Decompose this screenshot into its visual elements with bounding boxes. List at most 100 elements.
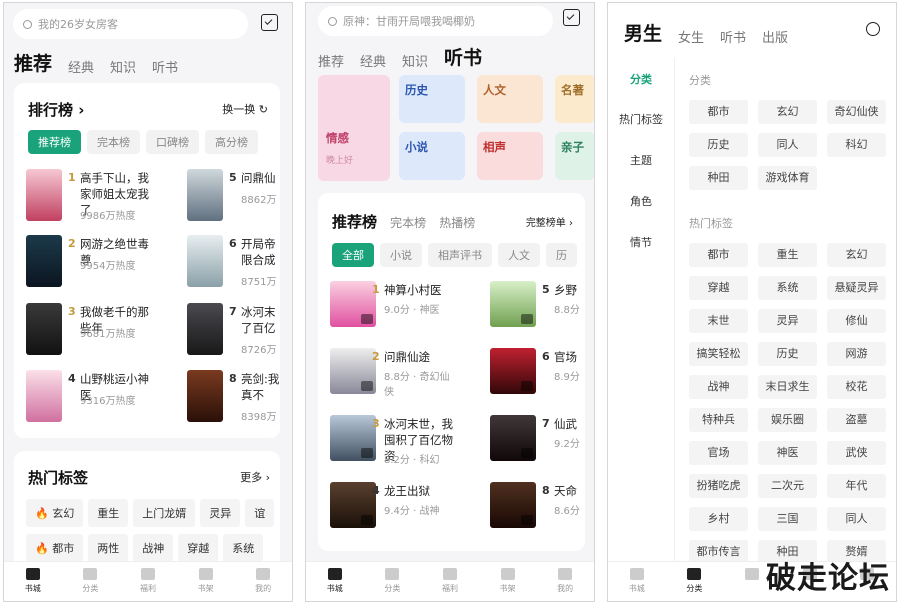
more-link[interactable]: 更多 › (240, 469, 270, 485)
tag-chip[interactable]: 娱乐圈 (758, 408, 817, 432)
tab-knowledge[interactable]: 知识 (110, 57, 136, 76)
tag-chip[interactable]: 校花 (827, 375, 886, 399)
filter-tab[interactable]: 相声评书 (428, 243, 492, 267)
category-card[interactable]: 小说 (399, 132, 465, 180)
tag-chip[interactable]: 战神 (689, 375, 748, 399)
checkin-icon[interactable] (563, 9, 580, 26)
nav-me[interactable]: 我的 (536, 562, 594, 601)
book-item[interactable]: 1 高手下山，我家师姐太宠我了 9986万热度 (26, 169, 154, 225)
audio-item[interactable]: 8 天命 8.6分 (490, 482, 585, 538)
tab-recommend[interactable]: 推荐 (318, 51, 344, 70)
tab-recommend[interactable]: 推荐 (14, 49, 52, 76)
rank-tab[interactable]: 推荐榜 (28, 130, 81, 154)
tag[interactable]: 战神 (133, 534, 174, 562)
tag[interactable]: 谊 (245, 499, 275, 527)
tag-chip[interactable]: 网游 (827, 342, 886, 366)
tag-chip[interactable]: 都市 (689, 100, 748, 124)
tag-chip[interactable]: 官场 (689, 441, 748, 465)
search-bar[interactable]: 原神：甘雨开局喂我喝椰奶 (318, 6, 553, 36)
book-item[interactable]: 5 问鼎仙 8862万 (187, 169, 280, 225)
nav-me[interactable]: 我的 (234, 562, 292, 601)
tab-female[interactable]: 女生 (678, 27, 704, 46)
tag-chip[interactable]: 同人 (758, 133, 817, 157)
audio-item[interactable]: 7 仙武 9.2分 (490, 415, 585, 471)
tag-chip[interactable]: 历史 (758, 342, 817, 366)
tag[interactable]: 🔥 玄幻 (26, 499, 84, 527)
tag-chip[interactable]: 同人 (827, 507, 886, 531)
side-item[interactable]: 情节 (608, 234, 674, 250)
tag-chip[interactable]: 玄幻 (827, 243, 886, 267)
search-icon[interactable] (866, 22, 880, 36)
swap-button[interactable]: 换一换 ↻ (222, 101, 268, 117)
tag-chip[interactable]: 科幻 (827, 133, 886, 157)
tag-chip[interactable]: 末日求生 (758, 375, 817, 399)
tag-chip[interactable]: 年代 (827, 474, 886, 498)
tab-classic[interactable]: 经典 (360, 51, 386, 70)
filter-tab[interactable]: 全部 (332, 243, 374, 267)
tag[interactable]: 上门龙婿 (133, 499, 196, 527)
rank-tab[interactable]: 完本榜 (390, 216, 426, 230)
tag-chip[interactable]: 悬疑灵异 (827, 276, 886, 300)
tag-chip[interactable]: 神医 (758, 441, 817, 465)
side-item[interactable]: 角色 (608, 193, 674, 209)
book-item[interactable]: 6 开局帝限合成 8751万 (187, 235, 280, 291)
rank-tab[interactable]: 高分榜 (205, 130, 258, 154)
tag-chip[interactable]: 搞笑轻松 (689, 342, 748, 366)
tag-chip[interactable]: 都市 (689, 243, 748, 267)
tab-knowledge[interactable]: 知识 (402, 51, 428, 70)
tag-chip[interactable]: 种田 (689, 166, 748, 190)
tag-chip[interactable]: 扮猪吃虎 (689, 474, 748, 498)
tab-male[interactable]: 男生 (624, 19, 662, 46)
tag[interactable]: 两性 (88, 534, 129, 562)
tag-chip[interactable]: 三国 (758, 507, 817, 531)
tag-chip[interactable]: 末世 (689, 309, 748, 333)
book-item[interactable]: 2 网游之绝世毒尊 9954万热度 (26, 235, 154, 291)
category-card[interactable]: 亲子 (555, 132, 594, 180)
nav-bookstore[interactable]: 书城 (608, 562, 666, 601)
nav-shelf[interactable]: 书架 (479, 562, 537, 601)
audio-item[interactable]: 4 龙王出狱 9.4分 · 战神 (330, 482, 458, 538)
tag-chip[interactable]: 穿越 (689, 276, 748, 300)
audio-item[interactable]: 6 官场 8.9分 (490, 348, 585, 404)
audio-item[interactable]: 1 神算小村医 9.0分 · 神医 (330, 281, 458, 337)
nav-welfare[interactable]: 福利 (119, 562, 177, 601)
category-card[interactable]: 人文 (477, 75, 543, 123)
audio-item[interactable]: 3 冰河末世，我囤积了百亿物资 8.2分 · 科幻 (330, 415, 458, 471)
tag-chip[interactable]: 武侠 (827, 441, 886, 465)
tag-chip[interactable]: 奇幻仙侠 (827, 100, 886, 124)
tag[interactable]: 穿越 (178, 534, 219, 562)
filter-tab[interactable]: 小说 (380, 243, 422, 267)
category-card[interactable]: 历史 (399, 75, 465, 123)
rank-tab[interactable]: 热播榜 (439, 216, 475, 230)
tag-chip[interactable]: 系统 (758, 276, 817, 300)
tag[interactable]: 系统 (223, 534, 264, 562)
tag[interactable]: 重生 (88, 499, 129, 527)
nav-welfare[interactable]: 福利 (421, 562, 479, 601)
feature-card[interactable]: 情感 晚上好 (318, 75, 390, 181)
nav-category[interactable]: 分类 (666, 562, 724, 601)
book-item[interactable]: 8 亮剑:我真不 8398万 (187, 370, 280, 426)
tag-chip[interactable]: 历史 (689, 133, 748, 157)
book-item[interactable]: 3 我做老千的那些年 9681万热度 (26, 303, 154, 359)
nav-category[interactable]: 分类 (364, 562, 422, 601)
category-card[interactable]: 相声 (477, 132, 543, 180)
category-card[interactable]: 名著 (555, 75, 594, 123)
rank-tab[interactable]: 完本榜 (87, 130, 140, 154)
tag-chip[interactable]: 游戏体育 (758, 166, 817, 190)
tab-audio[interactable]: 听书 (720, 27, 746, 46)
tag[interactable]: 灵异 (200, 499, 241, 527)
tab-publish[interactable]: 出版 (762, 27, 788, 46)
full-list-link[interactable]: 完整榜单 › (526, 214, 573, 229)
tab-audio[interactable]: 听书 (152, 57, 178, 76)
tag-chip[interactable]: 二次元 (758, 474, 817, 498)
tag[interactable]: 🔥 都市 (26, 534, 84, 562)
tag-chip[interactable]: 灵异 (758, 309, 817, 333)
book-item[interactable]: 4 山野桃运小神医 9316万热度 (26, 370, 154, 426)
side-item[interactable]: 热门标签 (608, 111, 674, 127)
tab-audio[interactable]: 听书 (444, 43, 482, 70)
tag-chip[interactable]: 重生 (758, 243, 817, 267)
filter-tab[interactable]: 人文 (498, 243, 540, 267)
rank-tab[interactable]: 推荐榜 (332, 213, 377, 231)
book-item[interactable]: 7 冰河末了百亿 8726万 (187, 303, 280, 359)
nav-category[interactable]: 分类 (62, 562, 120, 601)
